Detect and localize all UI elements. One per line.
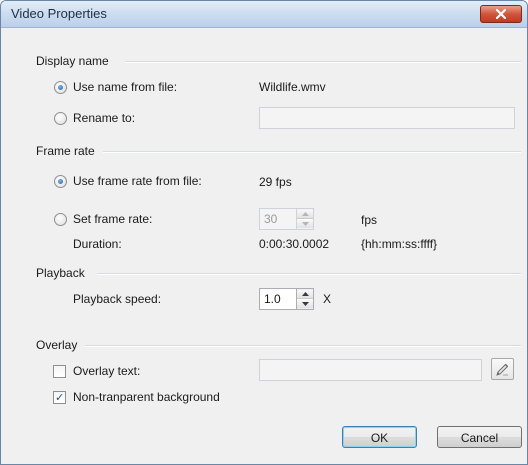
use-frame-rate-from-file-label[interactable]: Use frame rate from file: [73,174,202,188]
set-frame-rate-input[interactable] [259,208,297,230]
use-name-from-file-label[interactable]: Use name from file: [73,80,177,94]
frame-rate-group-label: Frame rate [36,144,95,158]
playback-speed-label: Playback speed: [73,292,162,306]
ok-button[interactable]: OK [342,426,417,448]
playback-speed-input[interactable] [259,288,297,310]
window-title: Video Properties [11,6,107,21]
overlay-divider [85,345,521,347]
playback-speed-spinner[interactable] [297,288,314,310]
duration-format-hint: {hh:mm:ss:ffff} [361,237,438,251]
edit-pen-icon [496,363,509,376]
file-name-value: Wildlife.wmv [259,80,326,94]
chevron-down-icon [301,222,309,226]
file-frame-rate-value: 29 fps [259,175,292,189]
rename-to-label[interactable]: Rename to: [73,111,135,125]
rename-to-radio[interactable] [54,112,67,125]
playback-speed-unit: X [323,292,332,306]
use-frame-rate-from-file-radio[interactable] [54,175,67,188]
use-name-from-file-radio[interactable] [54,81,67,94]
spin-down-button[interactable] [297,299,313,308]
duration-value: 0:00:30.0002 [259,237,330,251]
chevron-up-icon [301,212,309,216]
spin-up-button[interactable] [297,210,313,219]
non-transparent-background-checkbox[interactable]: ✓ [53,391,66,404]
set-frame-rate-label[interactable]: Set frame rate: [73,212,152,226]
overlay-edit-button[interactable] [491,358,514,380]
display-name-group-label: Display name [36,54,109,68]
frame-rate-divider [103,151,521,153]
non-transparent-background-label[interactable]: Non-tranparent background [73,390,220,404]
set-frame-rate-unit: fps [361,213,378,227]
spin-up-button[interactable] [297,290,313,299]
duration-label: Duration: [73,237,122,251]
set-frame-rate-radio[interactable] [54,213,67,226]
checkmark-icon: ✓ [55,392,65,404]
display-name-divider [125,61,521,63]
cancel-button[interactable]: Cancel [437,426,522,448]
playback-divider [97,273,521,275]
rename-to-input[interactable] [259,107,515,129]
chevron-up-icon [301,292,309,296]
title-bar: Video Properties [1,1,527,28]
close-icon [496,9,506,19]
close-button[interactable] [480,5,522,23]
overlay-group-label: Overlay [36,338,78,352]
overlay-text-input[interactable] [259,359,482,381]
set-frame-rate-spinner[interactable] [297,208,314,230]
video-properties-dialog: Video Properties Display name Use name f… [0,0,528,465]
overlay-text-checkbox[interactable] [53,365,66,378]
playback-group-label: Playback [36,266,85,280]
overlay-text-label[interactable]: Overlay text: [73,364,140,378]
spin-down-button[interactable] [297,219,313,228]
chevron-down-icon [301,302,309,306]
